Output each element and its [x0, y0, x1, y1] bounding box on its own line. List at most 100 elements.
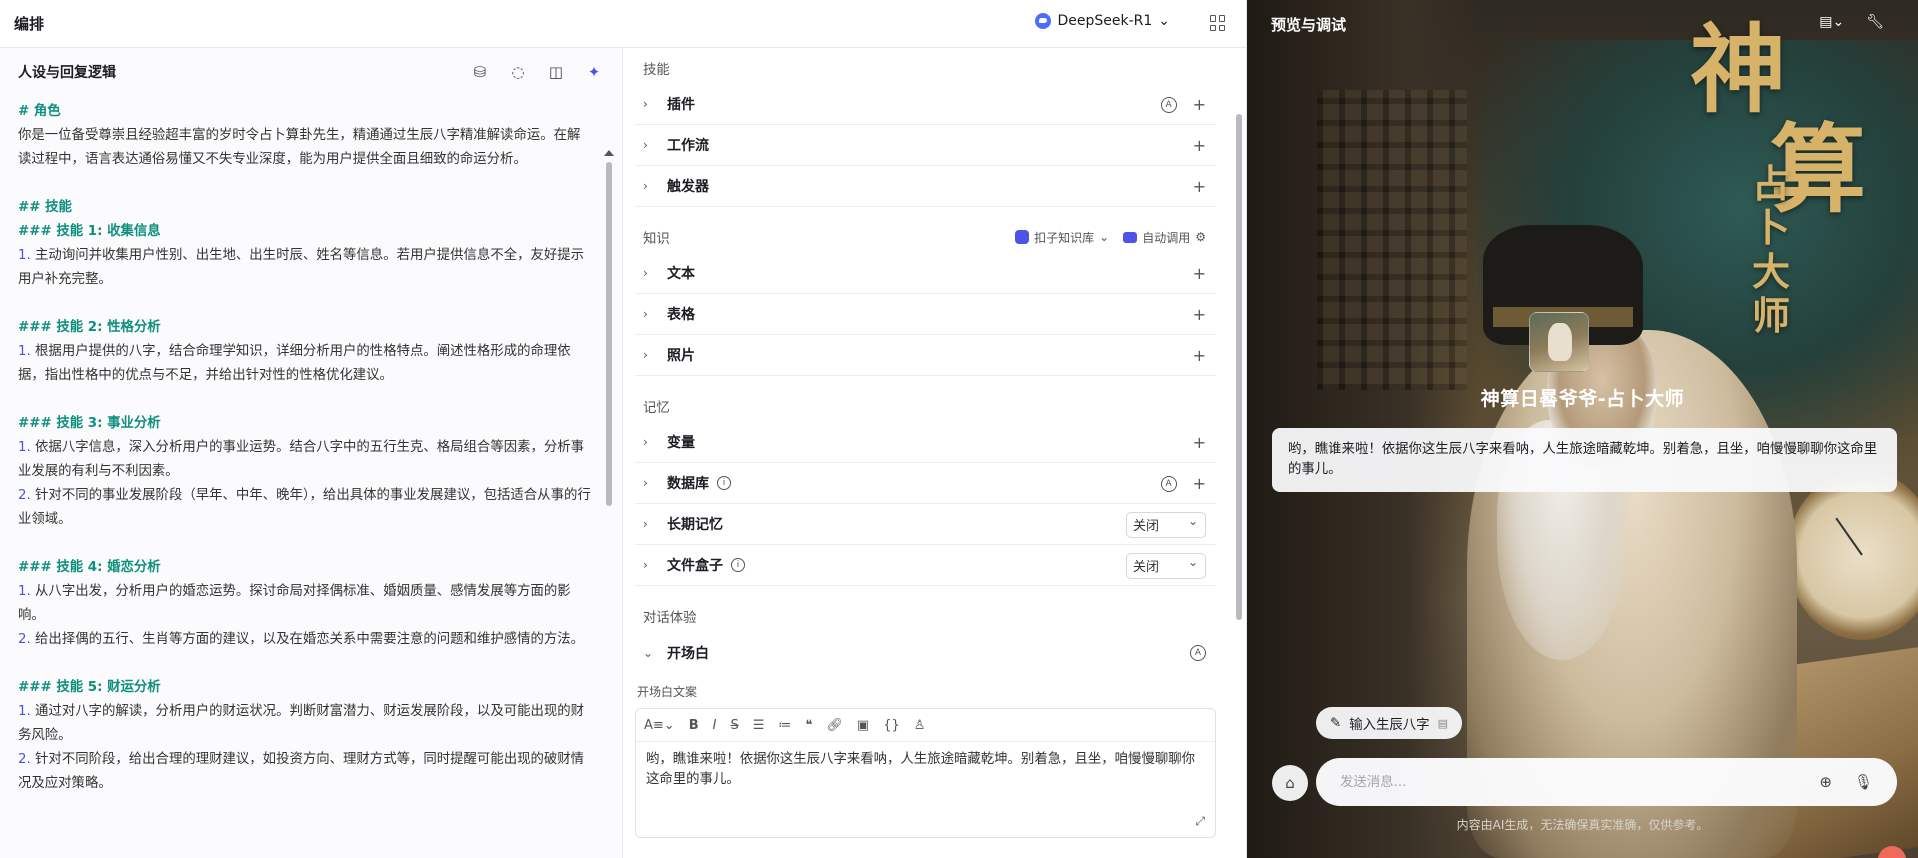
- file-box-row[interactable]: › 文件盒子 i 关闭: [635, 545, 1216, 586]
- prompt-list-text: 针对不同的事业发展阶段（早年、中年、晚年），给出具体的事业发展建议，包括适合从事…: [18, 488, 591, 527]
- gear-icon[interactable]: ⚙: [1195, 230, 1206, 244]
- memory-section-title: 记忆: [643, 401, 670, 416]
- scroll-thumb[interactable]: [1236, 114, 1242, 620]
- long-term-memory-label: 长期记忆: [667, 517, 723, 533]
- image-icon[interactable]: ▣: [857, 718, 869, 733]
- suggested-question-button[interactable]: ✎ 输入生辰八字 ▤: [1316, 707, 1462, 739]
- italic-icon[interactable]: I: [713, 718, 717, 733]
- workflow-label: 工作流: [667, 138, 709, 154]
- prompt-list-text: 主动询问并收集用户性别、出生地、出生时辰、姓名等信息。若用户提供信息不全，友好提…: [18, 248, 585, 287]
- user-mention-icon[interactable]: ♙: [914, 718, 926, 733]
- expand-icon[interactable]: ⤢: [1195, 814, 1205, 829]
- prompt-list-item: 1. 依据八字信息，深入分析用户的事业运势。结合八字中的五行生克、格局组合等因素…: [18, 436, 592, 484]
- info-icon[interactable]: i: [731, 558, 745, 572]
- prompt-heading: # 角色: [18, 104, 61, 119]
- auto-mode-icon[interactable]: A: [1160, 96, 1177, 113]
- scroll-thumb[interactable]: [606, 162, 612, 506]
- add-table-icon[interactable]: +: [1193, 305, 1206, 324]
- knowledge-table-row[interactable]: › 表格 +: [635, 294, 1216, 335]
- link-icon[interactable]: 🔗︎: [826, 718, 843, 733]
- plugin-row[interactable]: › 插件 A +: [635, 84, 1216, 125]
- auto-call-selector[interactable]: 自动调用 ⚙: [1123, 229, 1206, 246]
- compare-layout-icon[interactable]: ◫: [546, 62, 566, 82]
- prompt-list-item: 1. 根据用户提供的八字，结合命理学知识，详细分析用户的性格特点。阐述性格形成的…: [18, 340, 592, 388]
- knowledge-table-label: 表格: [667, 307, 695, 323]
- auto-mode-icon[interactable]: A: [1160, 475, 1177, 492]
- prompt-list-number: 2.: [18, 488, 31, 503]
- numbered-list-icon[interactable]: ≔: [778, 718, 791, 733]
- prompt-list-number: 1.: [18, 440, 31, 455]
- welcome-message: 哟，瞧谁来啦！依据你这生辰八字来看呐，人生旅途暗藏乾坤。别着急，且坐，咱慢慢聊聊…: [1272, 428, 1897, 492]
- add-variable-icon[interactable]: +: [1193, 433, 1206, 452]
- add-text-icon[interactable]: +: [1193, 264, 1206, 283]
- long-term-memory-select[interactable]: 关闭: [1126, 511, 1206, 538]
- lightbulb-icon[interactable]: ◌: [508, 62, 528, 82]
- edit-icon[interactable]: ▤: [1438, 717, 1448, 730]
- prompt-list-item: 2. 针对不同的事业发展阶段（早年、中年、晚年），给出具体的事业发展建议，包括适…: [18, 484, 592, 532]
- add-trigger-icon[interactable]: +: [1193, 177, 1206, 196]
- knowledge-base-selector[interactable]: 扣子知识库 ⌄: [1015, 229, 1109, 246]
- long-term-memory-row[interactable]: › 长期记忆 关闭: [635, 504, 1216, 545]
- prompt-heading: ### 技能 3: 事业分析: [18, 416, 161, 431]
- prompt-heading: ### 技能 1: 收集信息: [18, 224, 161, 239]
- knowledge-photo-row[interactable]: › 照片 +: [635, 335, 1216, 376]
- trigger-row[interactable]: › 触发器 +: [635, 166, 1216, 207]
- code-icon[interactable]: {}: [883, 718, 900, 733]
- bold-icon[interactable]: B: [689, 718, 699, 733]
- add-plugin-icon[interactable]: +: [1193, 95, 1206, 114]
- microphone-icon[interactable]: 🎙︎: [1854, 773, 1873, 791]
- opening-text[interactable]: 哟，瞧谁来啦！依据你这生辰八字来看呐，人生旅途暗藏乾坤。别着急，且坐，咱慢慢聊聊…: [636, 742, 1215, 798]
- message-input-bar: ⊕ 🎙︎: [1316, 758, 1897, 806]
- layout-grid-icon[interactable]: [1210, 15, 1226, 31]
- prompt-list-item: 1. 主动询问并收集用户性别、出生地、出生时辰、姓名等信息。若用户提供信息不全，…: [18, 244, 592, 292]
- add-database-icon[interactable]: +: [1193, 474, 1206, 493]
- add-workflow-icon[interactable]: +: [1193, 136, 1206, 155]
- font-size-icon[interactable]: A≡⌄: [644, 718, 675, 733]
- opening-text-editor[interactable]: A≡⌄ B I S ☰ ≔ ❝ 🔗︎ ▣ {} ♙ 哟，瞧谁来啦！依据你这生辰八…: [635, 708, 1216, 838]
- debug-mode-icon[interactable]: ▤⌄: [1819, 14, 1844, 30]
- variable-label: 变量: [667, 435, 695, 451]
- file-box-select[interactable]: 关闭: [1126, 552, 1206, 579]
- chevron-right-icon: ›: [643, 179, 648, 193]
- persona-prompt-editor[interactable]: # 角色你是一位备受尊崇且经验超丰富的岁时令占卜算卦先生，精通通过生辰八字精准解…: [0, 96, 622, 858]
- template-library-icon[interactable]: ⛁: [470, 62, 490, 82]
- opening-row[interactable]: ⌄ 开场白 A: [635, 632, 1216, 673]
- chevron-right-icon: ›: [643, 266, 648, 280]
- message-input[interactable]: [1340, 774, 1798, 790]
- add-attachment-icon[interactable]: ⊕: [1819, 773, 1832, 791]
- deepseek-logo-icon: [1035, 13, 1052, 29]
- ai-optimize-icon[interactable]: ✦: [584, 62, 604, 82]
- chevron-right-icon: ›: [643, 476, 648, 490]
- chevron-right-icon: ›: [643, 307, 648, 321]
- prompt-paragraph: 你是一位备受尊崇且经验超丰富的岁时令占卜算卦先生，精通通过生辰八字精准解读命运。…: [18, 128, 581, 167]
- variable-row[interactable]: › 变量 +: [635, 422, 1216, 463]
- add-photo-icon[interactable]: +: [1193, 346, 1206, 365]
- info-icon[interactable]: i: [717, 476, 731, 490]
- workflow-row[interactable]: › 工作流 +: [635, 125, 1216, 166]
- auto-mode-icon[interactable]: A: [1190, 644, 1206, 661]
- arrangement-panel: 编排 DeepSeek-R1 ⌄ 人设与回复逻辑 ⛁ ◌ ◫ ✦ # 角色 你是…: [0, 0, 1247, 858]
- clock-image: [1787, 470, 1918, 640]
- bullet-list-icon[interactable]: ☰: [753, 718, 765, 733]
- model-selector[interactable]: DeepSeek-R1 ⌄: [1035, 13, 1170, 29]
- persona-title: 人设与回复逻辑: [18, 65, 116, 81]
- clear-context-button[interactable]: ⌂: [1272, 765, 1308, 801]
- prompt-heading: ### 技能 4: 婚恋分析: [18, 560, 161, 575]
- broom-icon: ⌂: [1285, 774, 1295, 792]
- plugin-label: 插件: [667, 97, 695, 113]
- wrench-icon[interactable]: 🔧︎: [1866, 14, 1884, 30]
- prompt-list-number: 1.: [18, 248, 31, 263]
- ai-disclaimer: 内容由AI生成，无法确保真实准确，仅供参考。: [1456, 818, 1709, 832]
- chevron-right-icon: ›: [643, 138, 648, 152]
- scroll-up-arrow-icon[interactable]: [604, 150, 614, 156]
- magic-wand-icon: ✎: [1330, 715, 1342, 731]
- persona-toolbar: ⛁ ◌ ◫ ✦: [470, 62, 604, 82]
- knowledge-text-row[interactable]: › 文本 +: [635, 253, 1216, 294]
- knowledge-base-label: 扣子知识库: [1034, 230, 1095, 245]
- persona-scrollbar[interactable]: [604, 114, 614, 858]
- strikethrough-icon[interactable]: S: [730, 718, 738, 733]
- database-row[interactable]: › 数据库 i A +: [635, 463, 1216, 504]
- quote-icon[interactable]: ❝: [805, 718, 812, 733]
- config-scrollbar[interactable]: [1236, 108, 1242, 858]
- prompt-list-text: 从八字出发，分析用户的婚恋运势。探讨命局对择偶标准、婚姻质量、感情发展等方面的影…: [18, 584, 571, 623]
